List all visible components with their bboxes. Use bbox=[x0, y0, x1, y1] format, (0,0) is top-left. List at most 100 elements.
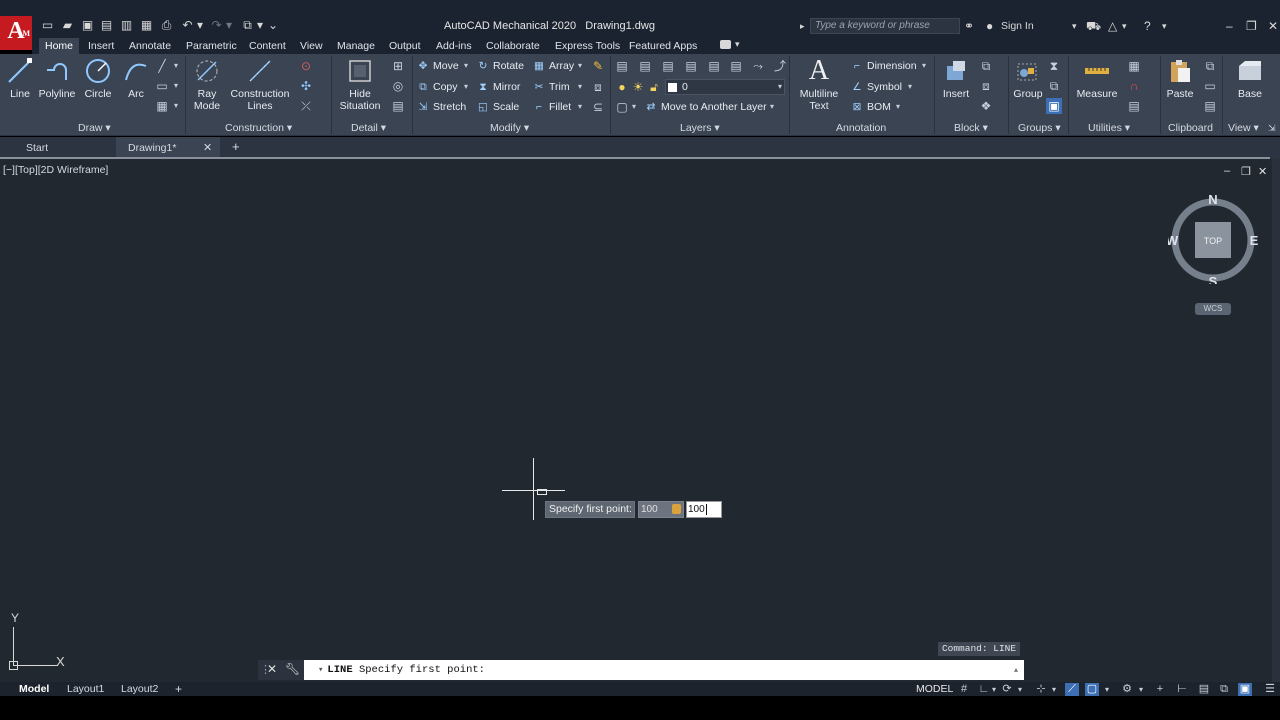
command-line-input[interactable]: ▾ LINE Specify first point: bbox=[304, 660, 1024, 680]
wrench-icon[interactable]: 🔧︎ bbox=[285, 662, 300, 676]
array-dropdown-icon[interactable]: ▾ bbox=[576, 58, 584, 74]
construction-snap-icon[interactable]: ✣ bbox=[298, 78, 314, 94]
annotation-plus-icon[interactable]: + bbox=[1153, 683, 1167, 696]
new-tab-icon[interactable]: + bbox=[232, 139, 240, 154]
clean-screen-icon[interactable]: ▣ bbox=[1238, 683, 1252, 696]
wcs-menu[interactable]: WCS bbox=[1195, 303, 1231, 315]
line-tool-icon[interactable]: ╱ bbox=[154, 58, 170, 74]
tab-parametric[interactable]: Parametric bbox=[180, 38, 243, 54]
workspace-dropdown-icon[interactable]: ▾ bbox=[1137, 683, 1145, 696]
layer-dropdown-icon[interactable]: ▾ bbox=[776, 79, 784, 95]
open-icon[interactable]: ▰ bbox=[60, 18, 75, 32]
insert-block-button[interactable]: Insert bbox=[940, 58, 972, 100]
tab-featured-apps[interactable]: Featured Apps bbox=[623, 38, 703, 54]
tab-output[interactable]: Output bbox=[383, 38, 427, 54]
tab-insert[interactable]: Insert bbox=[82, 38, 120, 54]
dimension-button[interactable]: ⌐ Dimension bbox=[850, 57, 917, 75]
line-button[interactable]: Line bbox=[6, 58, 34, 100]
layer-swatch-icon[interactable]: ▢ bbox=[614, 99, 630, 115]
customization-menu-icon[interactable]: ☰ bbox=[1263, 683, 1277, 696]
layer-state-icon[interactable]: ▤ bbox=[637, 58, 653, 74]
ray-mode-button[interactable]: Ray Mode bbox=[190, 58, 224, 112]
ribbon-expand-icon[interactable]: ⇲ bbox=[1268, 123, 1276, 134]
tab-manage[interactable]: Manage bbox=[331, 38, 381, 54]
trim-button[interactable]: ✂ Trim bbox=[532, 78, 570, 96]
share-icon[interactable]: ⧉ bbox=[240, 18, 255, 32]
paste-button[interactable]: Paste bbox=[1164, 58, 1196, 100]
add-layout-icon[interactable]: + bbox=[175, 682, 182, 696]
multiline-text-button[interactable]: A Multiline Text bbox=[796, 57, 842, 113]
redo-icon[interactable]: ↷ bbox=[209, 18, 224, 32]
detail-panel-label[interactable]: Detail ▾ bbox=[351, 121, 386, 135]
copy-clip-icon[interactable]: ▭ bbox=[1202, 78, 1218, 94]
tab-view[interactable]: View bbox=[294, 38, 329, 54]
detail-tool-1-icon[interactable]: ⊞ bbox=[390, 58, 406, 74]
snap-mode-icon[interactable]: ∟ bbox=[977, 683, 991, 696]
modify-tool-icon[interactable]: ⧈ bbox=[590, 79, 606, 95]
modify-panel-label[interactable]: Modify ▾ bbox=[490, 121, 529, 135]
cart-icon[interactable]: ⛟ bbox=[1086, 19, 1101, 33]
move-button[interactable]: ✥ Move bbox=[416, 57, 459, 75]
layer-off-icon[interactable]: ▤ bbox=[728, 58, 744, 74]
array-button[interactable]: ▦ Array bbox=[532, 57, 574, 75]
construction-trim-icon[interactable]: ⤫ bbox=[298, 98, 314, 114]
hatch-icon[interactable]: ▦ bbox=[154, 98, 170, 114]
utilities-select-icon[interactable]: ▦ bbox=[1126, 58, 1142, 74]
grid-icon[interactable]: # bbox=[957, 683, 971, 696]
groups-panel-label[interactable]: Groups ▾ bbox=[1018, 121, 1061, 135]
circle-button[interactable]: Circle bbox=[82, 58, 114, 100]
construction-circle-icon[interactable]: ⊙ bbox=[298, 58, 314, 74]
help-dropdown-icon[interactable]: ▾ bbox=[1162, 19, 1167, 33]
rectangle-icon[interactable]: ▭ bbox=[154, 78, 170, 94]
utilities-panel-label[interactable]: Utilities ▾ bbox=[1088, 121, 1130, 135]
undo-icon[interactable]: ↶ bbox=[180, 18, 195, 32]
hide-situation-button[interactable]: Hide Situation bbox=[338, 58, 382, 112]
bom-dropdown-icon[interactable]: ▾ bbox=[894, 99, 902, 115]
isodraft-icon[interactable]: ⊹ bbox=[1034, 683, 1048, 696]
isolate-objects-icon[interactable]: ▤ bbox=[1197, 683, 1211, 696]
help-icon[interactable]: ? bbox=[1144, 19, 1151, 33]
user-icon[interactable]: ● bbox=[986, 19, 993, 33]
symbol-button[interactable]: ∠ Symbol bbox=[850, 78, 902, 96]
new-icon[interactable]: ▭ bbox=[40, 18, 55, 32]
autodesk-app-icon[interactable]: △ bbox=[1108, 19, 1117, 33]
symbol-dropdown-icon[interactable]: ▾ bbox=[906, 79, 914, 95]
copy-with-base-icon[interactable]: ▤ bbox=[1202, 98, 1218, 114]
viewcube[interactable]: TOP N S E W bbox=[1168, 194, 1258, 284]
redo-dropdown-icon[interactable]: ▾ bbox=[225, 18, 233, 32]
ribbon-toggle-dropdown-icon[interactable]: ▾ bbox=[735, 39, 740, 50]
command-close-icon[interactable]: ✕ bbox=[267, 662, 277, 676]
minimize-icon[interactable]: – bbox=[1226, 19, 1233, 33]
web-mobile-open-icon[interactable]: ▥ bbox=[119, 18, 134, 32]
tab-content[interactable]: Content bbox=[243, 38, 292, 54]
layer-dropdown[interactable]: 0 bbox=[665, 79, 785, 95]
app-dropdown-icon[interactable]: ▾ bbox=[1122, 19, 1127, 33]
sign-in-dropdown-icon[interactable]: ▾ bbox=[1072, 19, 1077, 33]
base-view-button[interactable]: Base bbox=[1230, 58, 1270, 100]
plot-icon[interactable]: ⎙ bbox=[159, 18, 174, 32]
block-panel-label[interactable]: Block ▾ bbox=[954, 121, 988, 135]
maximize-icon[interactable]: ❐ bbox=[1246, 19, 1257, 33]
group-button[interactable]: Group bbox=[1012, 58, 1044, 100]
polar-dropdown-icon[interactable]: ▾ bbox=[1016, 683, 1024, 696]
tab-annotate[interactable]: Annotate bbox=[123, 38, 177, 54]
units-icon[interactable]: ⊢ bbox=[1175, 683, 1189, 696]
search-input[interactable]: Type a keyword or phrase bbox=[810, 18, 960, 34]
tab-layout1[interactable]: Layout1 bbox=[67, 682, 104, 696]
block-attribute-icon[interactable]: ❖ bbox=[978, 98, 994, 114]
snap-dropdown-icon[interactable]: ▾ bbox=[990, 683, 998, 696]
sign-in-link[interactable]: Sign In bbox=[1001, 19, 1034, 33]
layer-unisolate-icon[interactable]: ▤ bbox=[683, 58, 699, 74]
layer-swatch-dropdown-icon[interactable]: ▾ bbox=[630, 99, 638, 115]
copy-button[interactable]: ⧉ Copy bbox=[416, 78, 457, 96]
modify-pencil-icon[interactable]: ✎ bbox=[590, 58, 606, 74]
tab-home[interactable]: Home bbox=[39, 38, 80, 54]
polyline-button[interactable]: Polyline bbox=[38, 58, 76, 100]
web-mobile-save-icon[interactable]: ▦ bbox=[139, 18, 154, 32]
measure-button[interactable]: Measure bbox=[1074, 58, 1120, 100]
share-dropdown-icon[interactable]: ▾ bbox=[256, 18, 264, 32]
annotation-panel-label[interactable]: Annotation bbox=[836, 121, 886, 135]
layer-on-icon[interactable]: ● bbox=[614, 79, 630, 95]
rectangle-dropdown-icon[interactable]: ▾ bbox=[172, 78, 180, 94]
ungroup-icon[interactable]: ⧗ bbox=[1046, 58, 1062, 74]
